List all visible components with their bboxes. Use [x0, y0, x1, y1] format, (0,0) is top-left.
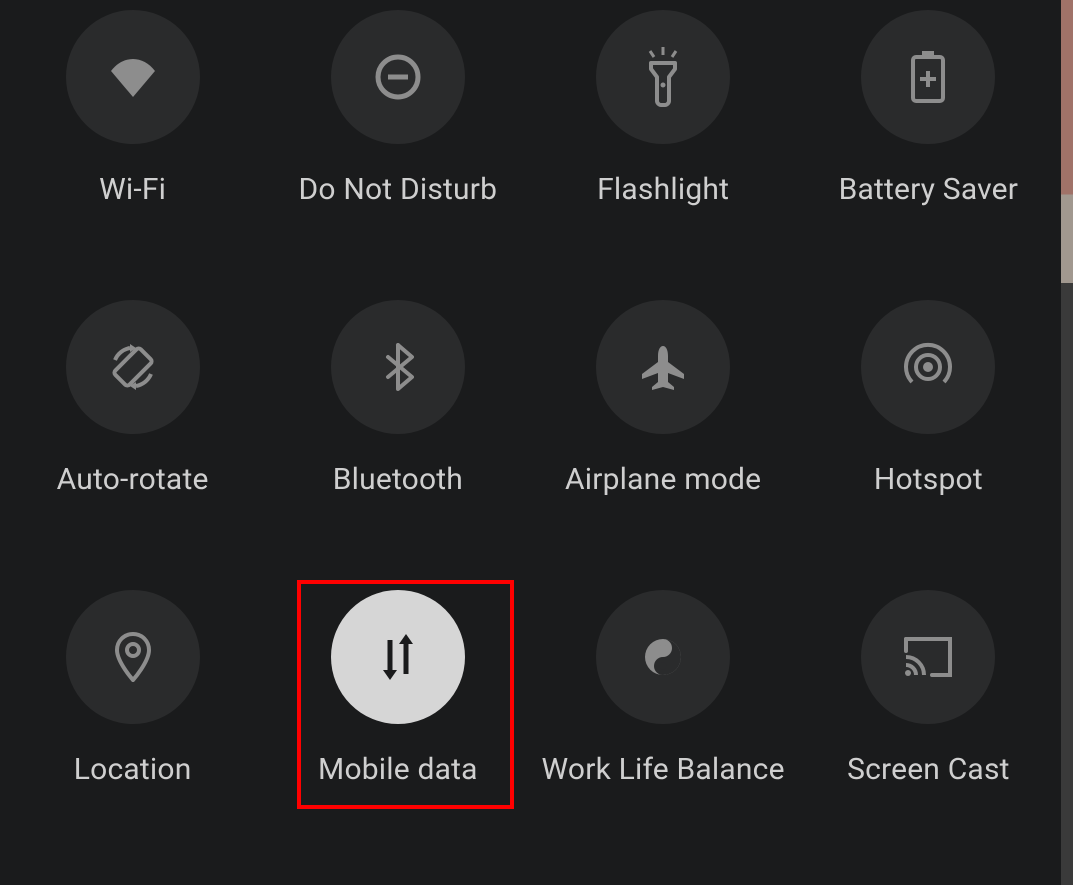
screen-cast-icon: [861, 590, 995, 724]
airplane-icon: [596, 300, 730, 434]
tile-label: Work Life Balance: [542, 752, 785, 787]
tile-label: Auto-rotate: [57, 462, 209, 497]
tile-label: Do Not Disturb: [299, 172, 498, 207]
tile-label: Flashlight: [597, 172, 729, 207]
quick-settings-grid: Wi-Fi Do Not Disturb Flas: [0, 0, 1061, 870]
work-life-icon: [596, 590, 730, 724]
tile-auto-rotate[interactable]: Auto-rotate: [0, 290, 265, 580]
tile-wifi[interactable]: Wi-Fi: [0, 0, 265, 290]
tile-label: Battery Saver: [839, 172, 1019, 207]
tile-label: Screen Cast: [847, 752, 1010, 787]
tile-hotspot[interactable]: Hotspot: [796, 290, 1061, 580]
background-strip: [1061, 0, 1073, 885]
bluetooth-icon: [331, 300, 465, 434]
tile-bluetooth[interactable]: Bluetooth: [265, 290, 530, 580]
tile-label: Airplane mode: [565, 462, 761, 497]
wifi-icon: [66, 10, 200, 144]
mobile-data-icon: [331, 590, 465, 724]
dnd-icon: [331, 10, 465, 144]
tile-dnd[interactable]: Do Not Disturb: [265, 0, 530, 290]
tile-battery-saver[interactable]: Battery Saver: [796, 0, 1061, 290]
flashlight-icon: [596, 10, 730, 144]
auto-rotate-icon: [66, 300, 200, 434]
tile-label: Bluetooth: [333, 462, 463, 497]
tile-label: Hotspot: [874, 462, 983, 497]
battery-saver-icon: [861, 10, 995, 144]
quick-settings-panel: Wi-Fi Do Not Disturb Flas: [0, 0, 1061, 885]
tile-screen-cast[interactable]: Screen Cast: [796, 580, 1061, 870]
tile-label: Wi-Fi: [99, 172, 166, 207]
tile-mobile-data[interactable]: Mobile data: [265, 580, 530, 870]
tile-location[interactable]: Location: [0, 580, 265, 870]
tile-work-life[interactable]: Work Life Balance: [531, 580, 796, 870]
tile-flashlight[interactable]: Flashlight: [531, 0, 796, 290]
location-icon: [66, 590, 200, 724]
tile-label: Location: [74, 752, 192, 787]
hotspot-icon: [861, 300, 995, 434]
tile-label: Mobile data: [318, 752, 478, 787]
tile-airplane[interactable]: Airplane mode: [531, 290, 796, 580]
